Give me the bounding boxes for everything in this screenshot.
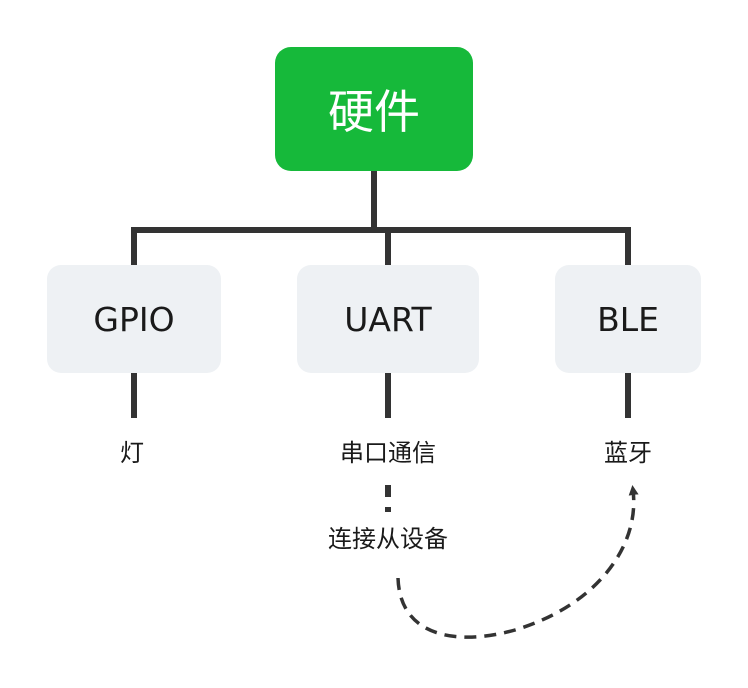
child-node-label: BLE	[597, 299, 659, 339]
child-node-gpio: GPIO	[47, 265, 221, 373]
child-node-label: UART	[344, 299, 432, 339]
child-node-ble: BLE	[555, 265, 701, 373]
dashed-arrow-path	[396, 485, 639, 639]
root-node-label: 硬件	[328, 85, 420, 139]
leaf-label-uart: 串口通信	[340, 439, 436, 467]
hardware-tree-diagram: 硬件 GPIO UART BLE 灯 串口通信 蓝牙 连接从设备	[0, 0, 748, 688]
root-node-hardware: 硬件	[275, 47, 473, 171]
leaf-label-gpio: 灯	[120, 439, 144, 467]
leaf-label-uart-secondary: 连接从设备	[288, 524, 488, 554]
leaf-label-ble: 蓝牙	[604, 439, 652, 467]
child-node-label: GPIO	[93, 299, 175, 339]
child-node-uart: UART	[297, 265, 479, 373]
